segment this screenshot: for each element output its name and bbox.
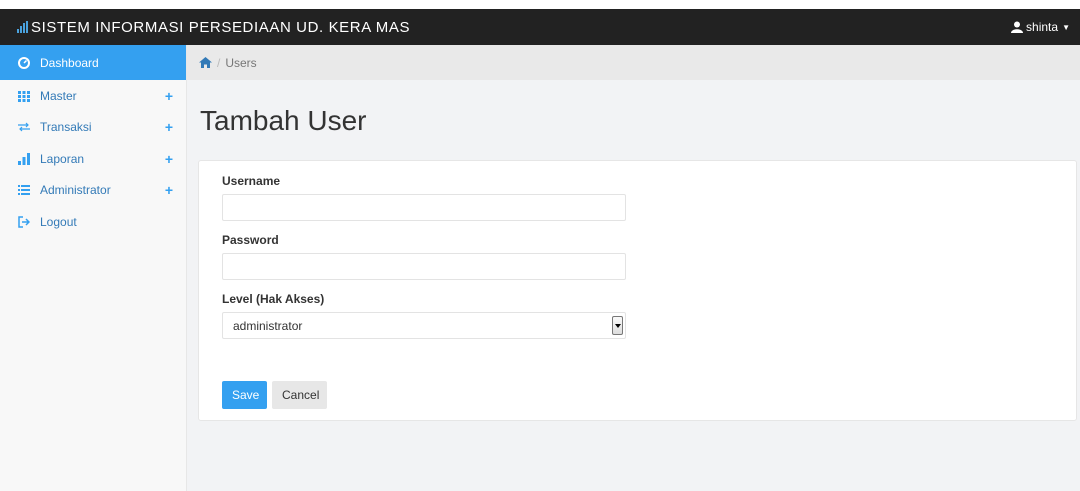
page-title: Tambah User xyxy=(200,105,367,136)
password-label: Password xyxy=(222,233,279,247)
dashboard-icon xyxy=(17,56,31,70)
username-group: Username xyxy=(222,174,626,221)
level-group: Level (Hak Akses) administrator xyxy=(222,292,626,339)
logout-icon xyxy=(17,215,31,229)
sidebar: Dashboard Master + Transaksi + Laporan +… xyxy=(0,45,187,491)
sidebar-item-administrator[interactable]: Administrator + xyxy=(0,175,186,207)
sidebar-item-label: Dashboard xyxy=(40,55,99,70)
expand-plus-icon[interactable]: + xyxy=(165,88,173,104)
username-field[interactable] xyxy=(222,194,626,221)
exchange-icon xyxy=(17,120,31,134)
user-icon xyxy=(1011,21,1024,33)
password-field[interactable] xyxy=(222,253,626,280)
breadcrumb: / Users xyxy=(187,45,1080,80)
cancel-button[interactable]: Cancel xyxy=(272,381,327,409)
expand-plus-icon[interactable]: + xyxy=(165,119,173,135)
sidebar-item-laporan[interactable]: Laporan + xyxy=(0,143,186,175)
breadcrumb-separator: / xyxy=(217,55,221,70)
expand-plus-icon[interactable]: + xyxy=(165,182,173,198)
sidebar-item-logout[interactable]: Logout xyxy=(0,206,186,238)
sidebar-item-label: Laporan xyxy=(40,151,85,166)
sidebar-item-label: Master xyxy=(40,88,77,103)
sidebar-item-master[interactable]: Master + xyxy=(0,80,186,112)
expand-plus-icon[interactable]: + xyxy=(165,151,173,167)
caret-down-icon: ▼ xyxy=(1062,22,1070,32)
form-panel: Username Password Level (Hak Akses) admi… xyxy=(198,160,1077,421)
password-group: Password xyxy=(222,233,626,280)
sidebar-item-dashboard[interactable]: Dashboard xyxy=(0,45,186,80)
signal-bars-icon xyxy=(17,21,29,33)
list-icon xyxy=(17,183,31,197)
app-title: SISTEM INFORMASI PERSEDIAAN UD. KERA MAS xyxy=(31,18,411,36)
main-content: / Users Tambah User Username Password Le… xyxy=(187,45,1080,491)
breadcrumb-current: Users xyxy=(225,55,257,70)
bar-chart-icon xyxy=(17,152,31,166)
level-selected-value: administrator xyxy=(233,318,303,333)
home-icon[interactable] xyxy=(199,57,212,68)
user-name: shinta xyxy=(1026,20,1059,34)
sidebar-item-label: Logout xyxy=(40,214,77,229)
user-menu[interactable]: shinta ▼ xyxy=(1011,20,1070,34)
app-brand[interactable]: SISTEM INFORMASI PERSEDIAAN UD. KERA MAS xyxy=(17,19,410,36)
top-navbar: SISTEM INFORMASI PERSEDIAAN UD. KERA MAS… xyxy=(0,9,1080,45)
sidebar-item-label: Administrator xyxy=(40,183,111,198)
dropdown-arrow-icon[interactable] xyxy=(612,316,623,335)
sidebar-item-label: Transaksi xyxy=(40,120,92,135)
username-label: Username xyxy=(222,174,281,188)
level-label: Level (Hak Akses) xyxy=(222,292,325,306)
level-select[interactable]: administrator xyxy=(222,312,626,339)
grid-icon xyxy=(17,89,31,103)
save-button[interactable]: Save xyxy=(222,381,267,409)
sidebar-item-transaksi[interactable]: Transaksi + xyxy=(0,112,186,144)
